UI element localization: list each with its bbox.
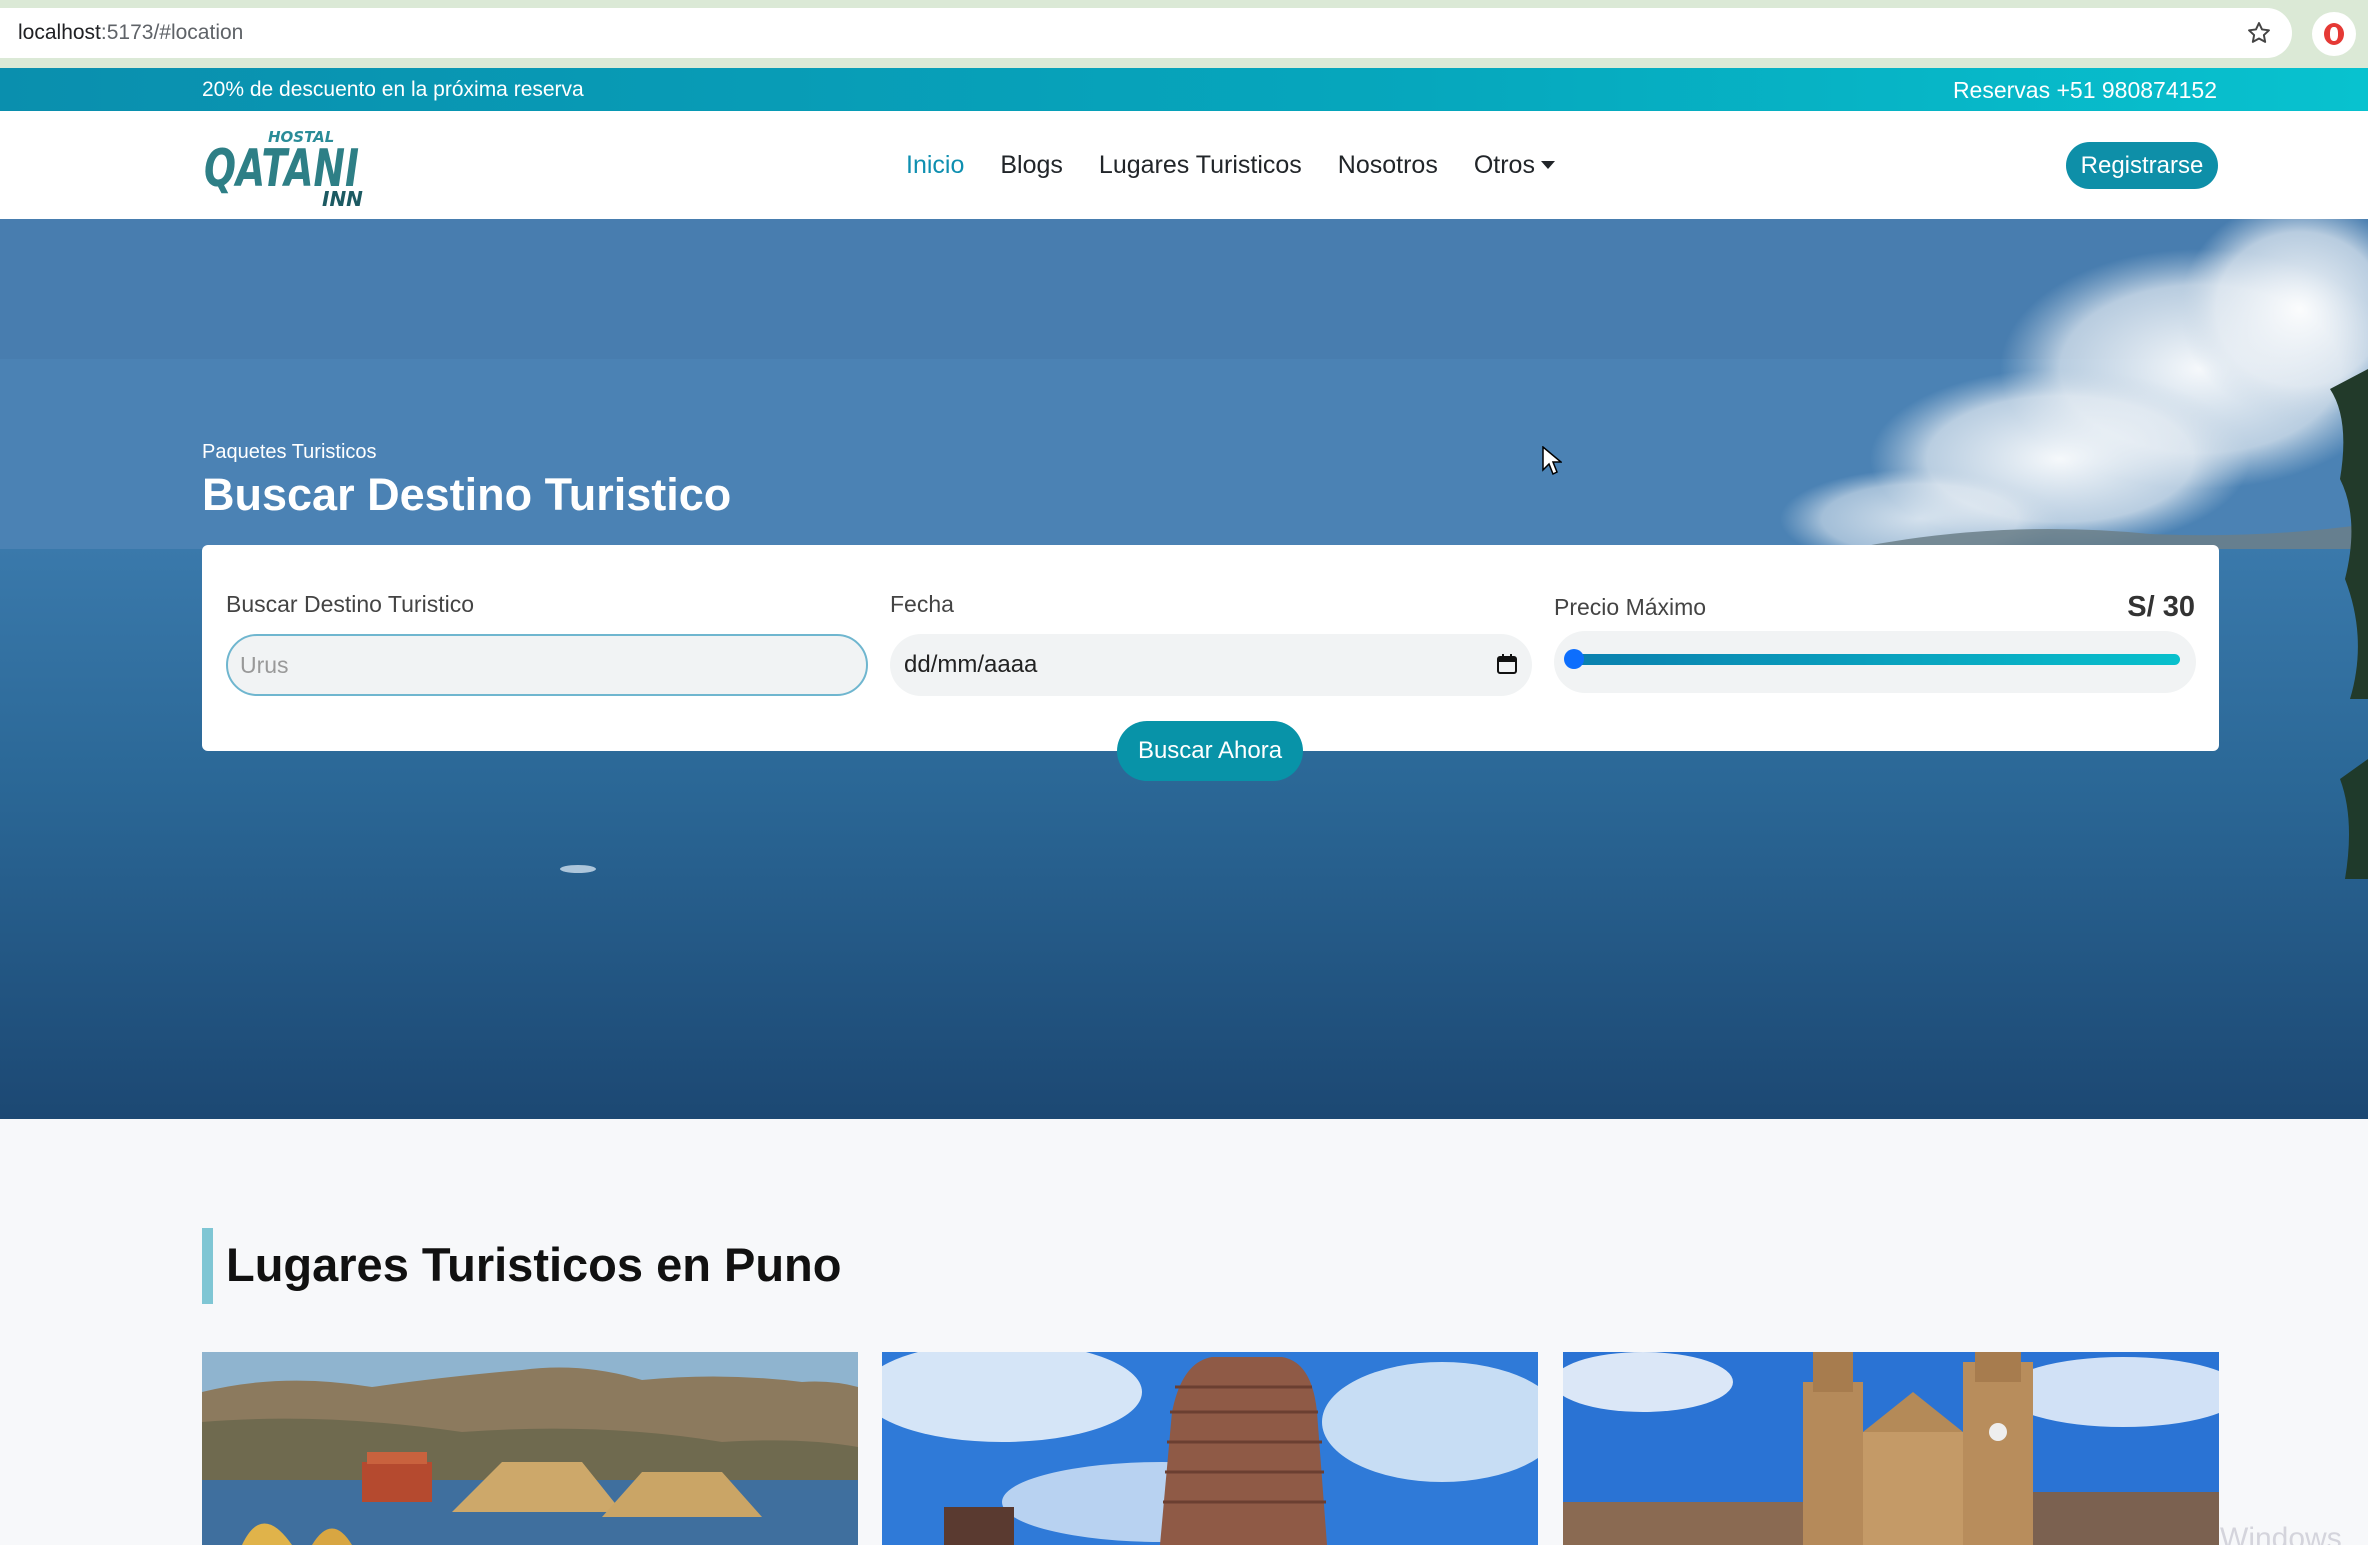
promo-phone-text[interactable]: Reservas +51 980874152 (1953, 77, 2217, 104)
section-title: Lugares Turisticos en Puno (226, 1238, 842, 1291)
promo-bar: 20% de descuento en la próxima reserva R… (0, 68, 2368, 111)
place-card-sillustani[interactable] (882, 1352, 1538, 1545)
calendar-icon[interactable] (1496, 653, 1518, 675)
nav-item-otros-label: Otros (1473, 151, 1535, 179)
hero-subtitle: Paquetes Turisticos (202, 441, 377, 463)
browser-toolbar: localhost:5173/#location (0, 0, 2368, 68)
uros-islands-image (202, 1352, 858, 1545)
sillustani-image (882, 1352, 1538, 1545)
nav-menu: Inicio Blogs Lugares Turisticos Nosotros… (906, 151, 1555, 180)
date-label: Fecha (890, 591, 954, 617)
address-bar[interactable]: localhost:5173/#location (0, 8, 2292, 58)
date-input[interactable]: dd/mm/aaaa (890, 634, 1532, 696)
destination-label: Buscar Destino Turistico (226, 591, 474, 617)
opera-extension-icon[interactable] (2312, 12, 2356, 56)
nav-item-blogs[interactable]: Blogs (1000, 151, 1063, 180)
nav-item-lugares-turisticos[interactable]: Lugares Turisticos (1099, 151, 1302, 180)
windows-activation-watermark: Windows (2220, 1522, 2342, 1545)
puno-cathedral-image (1563, 1352, 2219, 1545)
svg-text:INN: INN (322, 187, 363, 211)
price-value: S/ 30 (2127, 591, 2195, 623)
mouse-cursor-icon (1542, 446, 1562, 476)
section-accent-bar (202, 1228, 213, 1304)
destination-placeholder: Urus (240, 651, 289, 678)
destination-input[interactable]: Urus (226, 634, 868, 696)
price-label: Precio Máximo (1554, 594, 1707, 620)
price-slider-track[interactable] (1568, 654, 2180, 665)
url-text[interactable]: localhost:5173/#location (18, 21, 243, 45)
place-card-uros[interactable] (202, 1352, 858, 1545)
register-button[interactable]: Registrarse (2066, 142, 2218, 189)
search-now-button[interactable]: Buscar Ahora (1117, 721, 1303, 781)
star-icon[interactable] (2246, 20, 2272, 46)
place-card-catedral[interactable] (1563, 1352, 2219, 1545)
caret-down-icon (1540, 161, 1555, 169)
nav-item-nosotros[interactable]: Nosotros (1338, 151, 1438, 180)
main-navbar: HOSTAL QATANI INN Inicio Blogs Lugares T… (0, 111, 2368, 219)
date-value: dd/mm/aaaa (904, 651, 1038, 678)
nav-item-otros-dropdown[interactable]: Otros (1474, 151, 1555, 180)
price-slider-thumb[interactable] (1564, 649, 1584, 669)
nav-item-inicio[interactable]: Inicio (906, 151, 964, 180)
price-slider[interactable] (1554, 631, 2196, 693)
qatani-logo[interactable]: HOSTAL QATANI INN (204, 121, 374, 211)
promo-discount-text: 20% de descuento en la próxima reserva (202, 78, 584, 101)
hero-title: Buscar Destino Turistico (202, 469, 732, 520)
hero-banner: Paquetes Turisticos Buscar Destino Turis… (0, 219, 2368, 1119)
